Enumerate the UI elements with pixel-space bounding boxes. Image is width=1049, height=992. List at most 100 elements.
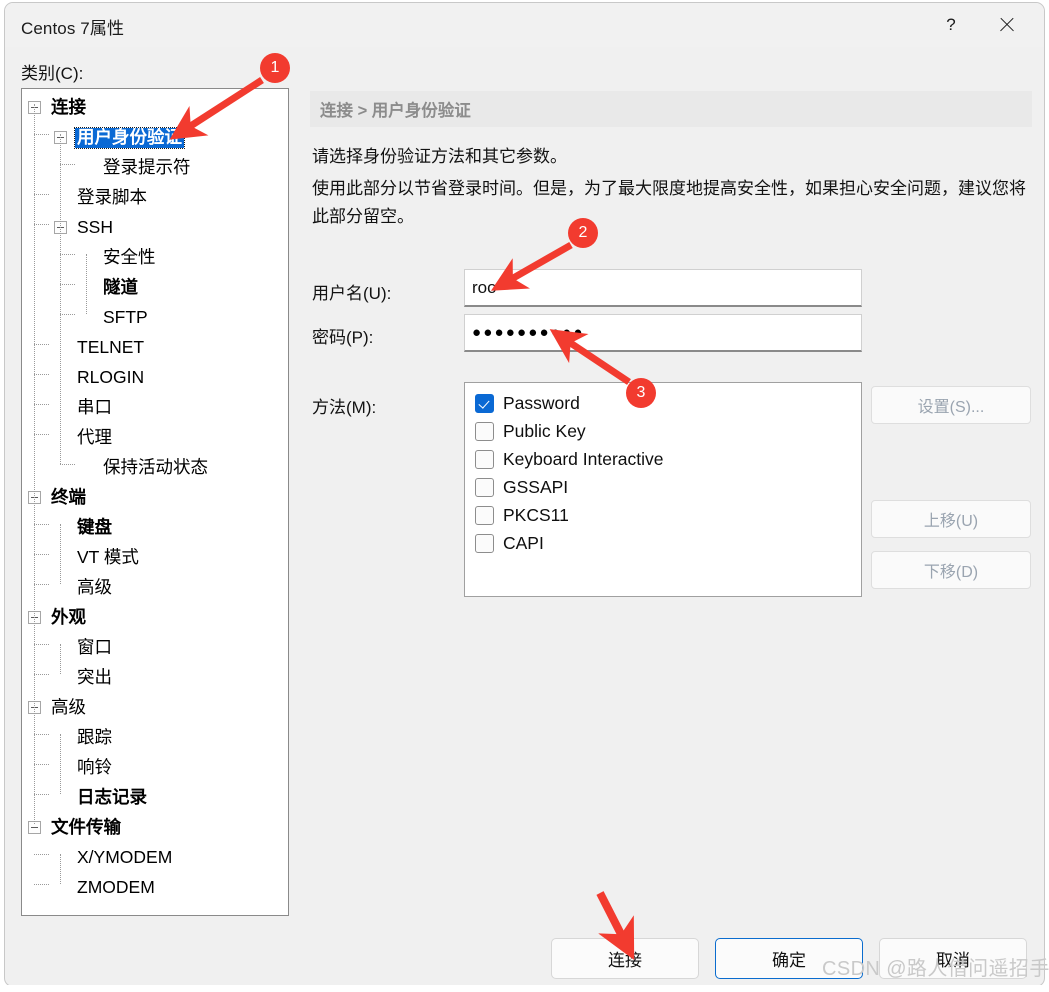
- tree-guide-line: [34, 224, 49, 225]
- username-input[interactable]: roo: [464, 269, 862, 307]
- tree-item[interactable]: 串口: [22, 393, 288, 423]
- tree-guide-line: [60, 314, 75, 315]
- tree-item-label: 登录提示符: [103, 156, 191, 177]
- move-down-button[interactable]: 下移(D): [871, 551, 1031, 589]
- tree-guide-line: [34, 584, 49, 585]
- tree-item[interactable]: 跟踪: [22, 723, 288, 753]
- tree-item[interactable]: X/YMODEM: [22, 843, 288, 873]
- tree-item-label: 用户身份验证: [74, 126, 185, 150]
- category-tree[interactable]: 连接用户身份验证登录提示符登录脚本 SSH 安全性隧道 SFTP TELNET RLOGI…: [21, 88, 289, 916]
- tree-item[interactable]: 安全性: [22, 243, 288, 273]
- method-label: Password: [503, 392, 580, 413]
- connect-button[interactable]: 连接: [551, 938, 699, 979]
- method-row[interactable]: CAPI: [475, 529, 861, 557]
- tree-item-label: 外观: [51, 606, 86, 627]
- method-label: PKCS11: [503, 504, 569, 525]
- tree-item[interactable]: TELNET: [22, 333, 288, 363]
- tree-item[interactable]: SSH: [22, 213, 288, 243]
- checkbox-unchecked-icon[interactable]: [475, 449, 494, 469]
- tree-item[interactable]: 突出: [22, 663, 288, 693]
- close-button[interactable]: [984, 3, 1030, 47]
- tree-item[interactable]: 日志记录: [22, 783, 288, 813]
- methods-list[interactable]: Password Public Key Keyboard Interactive GS…: [464, 382, 862, 597]
- tree-item-label: 保持活动状态: [103, 456, 208, 477]
- annotation-badge-2: 2: [568, 218, 598, 248]
- tree-guide-line: [34, 764, 49, 765]
- tree-guide-line: [60, 164, 75, 165]
- tree-item[interactable]: 高级: [22, 693, 288, 723]
- tree-item[interactable]: 登录提示符: [22, 153, 288, 183]
- tree-item-label: TELNET: [77, 336, 145, 357]
- bottom-strip: [0, 985, 1049, 992]
- tree-item[interactable]: VT 模式: [22, 543, 288, 573]
- checkbox-unchecked-icon[interactable]: [475, 505, 494, 525]
- tree-item[interactable]: 高级: [22, 573, 288, 603]
- tree-item[interactable]: SFTP: [22, 303, 288, 333]
- checkbox-checked-icon[interactable]: [475, 393, 494, 413]
- ok-button-label: 确定: [772, 951, 806, 970]
- move-up-button-label: 上移(U): [923, 513, 979, 530]
- move-down-button-label: 下移(D): [923, 564, 979, 581]
- tree-item-label: 突出: [77, 666, 112, 687]
- tree-guide-line: [34, 884, 49, 885]
- tree-guide-line: [86, 254, 87, 314]
- tree-item[interactable]: ZMODEM: [22, 873, 288, 903]
- checkbox-unchecked-icon[interactable]: [475, 421, 494, 441]
- tree-item[interactable]: RLOGIN: [22, 363, 288, 393]
- methods-label: 方法(M):: [312, 398, 377, 417]
- properties-dialog: Centos 7属性 ? 类别(C): 连接 用户身份验证 登录提示符 登录脚本 SSH…: [4, 2, 1045, 987]
- window-title: Centos 7属性: [21, 19, 125, 38]
- annotation-badge-3: 3: [626, 378, 656, 408]
- tree-item[interactable]: 代理: [22, 423, 288, 453]
- tree-item-label: 安全性: [103, 246, 156, 267]
- tree-item[interactable]: 文件传输: [22, 813, 288, 843]
- tree-item[interactable]: 用户身份验证: [22, 123, 288, 153]
- tree-item[interactable]: 窗口: [22, 633, 288, 663]
- method-row[interactable]: GSSAPI: [475, 473, 861, 501]
- tree-guide-line: [60, 524, 61, 584]
- annotation-badge-2-number: 2: [578, 224, 588, 241]
- tree-item-label: ZMODEM: [77, 876, 155, 897]
- tree-guide-line: [60, 464, 75, 465]
- tree-item[interactable]: 键盘: [22, 513, 288, 543]
- tree-guide-line: [60, 854, 61, 884]
- breadcrumb-text: 连接 > 用户身份验证: [320, 102, 471, 120]
- tree-item-label: 文件传输: [51, 816, 121, 837]
- tree-item-label: 串口: [77, 396, 112, 417]
- tree-guide-line: [34, 434, 49, 435]
- tree-item-label: 日志记录: [77, 786, 147, 807]
- method-row[interactable]: Public Key: [475, 417, 861, 445]
- tree-guide-line: [34, 374, 49, 375]
- category-label: 类别(C):: [21, 64, 84, 83]
- tree-guide-line: [34, 734, 49, 735]
- tree-item-label: 代理: [77, 426, 112, 447]
- tree-guide-line: [34, 854, 49, 855]
- tree-item[interactable]: 连接: [22, 93, 288, 123]
- tree-item[interactable]: 保持活动状态: [22, 453, 288, 483]
- watermark: CSDN @路人借问遥招手: [822, 958, 1049, 980]
- connect-button-label: 连接: [608, 951, 642, 970]
- tree-guide-line: [34, 554, 49, 555]
- password-value: ●●●●●●●●●●: [472, 324, 585, 341]
- move-up-button[interactable]: 上移(U): [871, 500, 1031, 538]
- method-row[interactable]: Keyboard Interactive: [475, 445, 861, 473]
- settings-button-label: 设置(S)...: [917, 399, 985, 416]
- method-label: CAPI: [503, 532, 544, 553]
- method-row[interactable]: PKCS11: [475, 501, 861, 529]
- settings-button[interactable]: 设置(S)...: [871, 386, 1031, 424]
- method-row[interactable]: Password: [475, 389, 861, 417]
- checkbox-unchecked-icon[interactable]: [475, 477, 494, 497]
- tree-item[interactable]: 登录脚本: [22, 183, 288, 213]
- tree-item[interactable]: 终端: [22, 483, 288, 513]
- tree-guide-line: [34, 134, 49, 135]
- tree-item[interactable]: 响铃: [22, 753, 288, 783]
- title-bar: Centos 7属性 ?: [5, 3, 1044, 47]
- tree-item[interactable]: 隧道: [22, 273, 288, 303]
- checkbox-unchecked-icon[interactable]: [475, 533, 494, 553]
- tree-item[interactable]: 外观: [22, 603, 288, 633]
- help-button[interactable]: ?: [928, 3, 974, 47]
- password-input[interactable]: ●●●●●●●●●●: [464, 314, 862, 352]
- annotation-badge-1-number: 1: [270, 59, 280, 76]
- description-line-1: 请选择身份验证方法和其它参数。: [312, 147, 567, 166]
- tree-item-label: 跟踪: [77, 726, 112, 747]
